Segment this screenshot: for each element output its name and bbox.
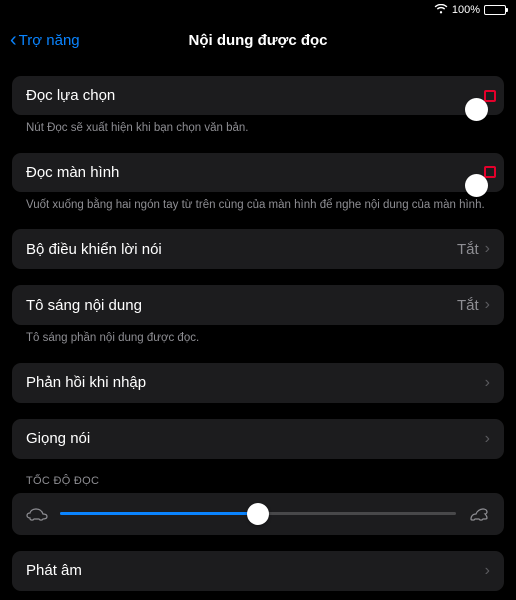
pronunciation-row[interactable]: Phát âm › bbox=[12, 551, 504, 591]
battery-icon bbox=[484, 5, 506, 15]
typing-feedback-row[interactable]: Phản hồi khi nhập › bbox=[12, 363, 504, 403]
speaking-rate-slider[interactable] bbox=[60, 512, 456, 515]
speak-selection-row[interactable]: Đọc lựa chọn bbox=[12, 76, 504, 115]
speak-selection-desc: Nút Đọc sẽ xuất hiện khi bạn chọn văn bả… bbox=[12, 115, 504, 137]
speak-selection-label: Đọc lựa chọn bbox=[26, 87, 115, 104]
highlight-content-label: Tô sáng nội dung bbox=[26, 297, 142, 314]
chevron-right-icon: › bbox=[485, 430, 490, 448]
highlight-content-row[interactable]: Tô sáng nội dung Tắt › bbox=[12, 285, 504, 325]
speaking-rate-slider-row bbox=[12, 493, 504, 535]
tortoise-icon bbox=[26, 507, 48, 521]
speak-screen-desc: Vuốt xuống bằng hai ngón tay từ trên cùn… bbox=[12, 192, 504, 214]
chevron-right-icon: › bbox=[485, 240, 490, 258]
back-button[interactable]: ‹ Trợ năng bbox=[10, 30, 80, 50]
voices-label: Giọng nói bbox=[26, 430, 90, 447]
speak-screen-row[interactable]: Đọc màn hình bbox=[12, 153, 504, 192]
typing-feedback-label: Phản hồi khi nhập bbox=[26, 374, 146, 391]
chevron-right-icon: › bbox=[485, 562, 490, 580]
nav-bar: ‹ Trợ năng Nội dung được đọc bbox=[0, 20, 516, 60]
highlight-content-desc: Tô sáng phần nội dung được đọc. bbox=[12, 325, 504, 347]
pronunciation-label: Phát âm bbox=[26, 562, 82, 579]
wifi-icon bbox=[434, 4, 448, 17]
status-bar: 100% bbox=[0, 0, 516, 20]
speak-screen-label: Đọc màn hình bbox=[26, 164, 119, 181]
speech-controller-row[interactable]: Bộ điều khiển lời nói Tắt › bbox=[12, 229, 504, 269]
voices-row[interactable]: Giọng nói › bbox=[12, 419, 504, 459]
hare-icon bbox=[468, 507, 490, 521]
speed-header: TỐC ĐỘ ĐỌC bbox=[12, 475, 504, 493]
highlight-box bbox=[484, 90, 496, 102]
chevron-right-icon: › bbox=[485, 296, 490, 314]
speech-controller-label: Bộ điều khiển lời nói bbox=[26, 241, 162, 258]
chevron-left-icon: ‹ bbox=[10, 30, 17, 50]
speech-controller-value: Tắt bbox=[457, 241, 479, 258]
highlight-box bbox=[484, 166, 496, 178]
highlight-content-value: Tắt bbox=[457, 297, 479, 314]
battery-percent: 100% bbox=[452, 4, 480, 16]
slider-thumb[interactable] bbox=[247, 503, 269, 525]
chevron-right-icon: › bbox=[485, 374, 490, 392]
back-label: Trợ năng bbox=[19, 32, 80, 49]
